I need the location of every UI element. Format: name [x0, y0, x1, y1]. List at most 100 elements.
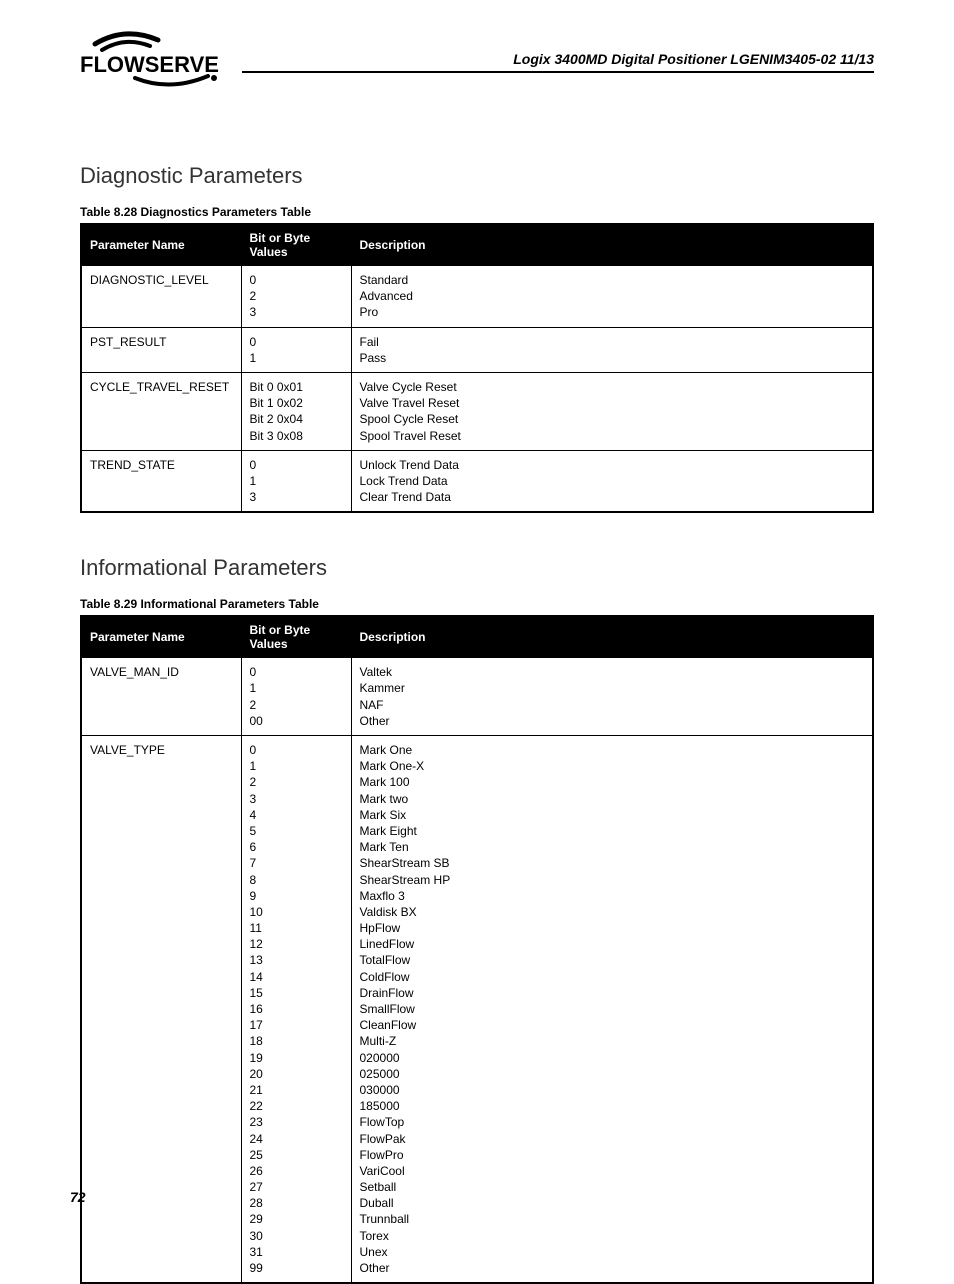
value-line: 30	[250, 1228, 343, 1244]
value-line: Bit 1 0x02	[250, 395, 343, 411]
value-line: 21	[250, 1082, 343, 1098]
value-line: 2	[250, 774, 343, 790]
column-header: Parameter Name	[81, 616, 241, 658]
description-line: 020000	[360, 1050, 865, 1066]
description-line: Lock Trend Data	[360, 473, 865, 489]
description-cell: Mark OneMark One-XMark 100Mark twoMark S…	[351, 736, 873, 1284]
value-line: 26	[250, 1163, 343, 1179]
description-cell: ValtekKammerNAFOther	[351, 658, 873, 736]
document-title: Logix 3400MD Digital Positioner LGENIM34…	[242, 51, 874, 67]
parameters-table: Parameter NameBit or Byte ValuesDescript…	[80, 223, 874, 513]
value-line: Bit 2 0x04	[250, 411, 343, 427]
value-line: 00	[250, 713, 343, 729]
description-line: Valtek	[360, 664, 865, 680]
value-line: 28	[250, 1195, 343, 1211]
parameter-name-cell: DIAGNOSTIC_LEVEL	[81, 266, 241, 328]
column-header: Description	[351, 224, 873, 266]
description-line: Unlock Trend Data	[360, 457, 865, 473]
description-line: Setball	[360, 1179, 865, 1195]
value-line: 1	[250, 473, 343, 489]
description-line: LinedFlow	[360, 936, 865, 952]
value-line: 14	[250, 969, 343, 985]
value-line: 1	[250, 680, 343, 696]
value-line: 3	[250, 304, 343, 320]
value-line: 0	[250, 742, 343, 758]
section-heading: Informational Parameters	[80, 555, 874, 581]
description-line: Torex	[360, 1228, 865, 1244]
value-line: 13	[250, 952, 343, 968]
description-line: Maxflo 3	[360, 888, 865, 904]
description-line: FlowPro	[360, 1147, 865, 1163]
description-line: HpFlow	[360, 920, 865, 936]
description-line: Other	[360, 1260, 865, 1276]
bit-byte-values-cell: 01200	[241, 658, 351, 736]
table-caption: Table 8.29 Informational Parameters Tabl…	[80, 597, 874, 611]
description-line: Clear Trend Data	[360, 489, 865, 505]
table-row: DIAGNOSTIC_LEVEL023StandardAdvancedPro	[81, 266, 873, 328]
bit-byte-values-cell: Bit 0 0x01Bit 1 0x02Bit 2 0x04Bit 3 0x08	[241, 372, 351, 450]
value-line: 31	[250, 1244, 343, 1260]
description-line: Mark 100	[360, 774, 865, 790]
description-line: Multi-Z	[360, 1033, 865, 1049]
description-line: Mark One-X	[360, 758, 865, 774]
value-line: 22	[250, 1098, 343, 1114]
description-line: 025000	[360, 1066, 865, 1082]
table-row: VALVE_TYPE012345678910111213141516171819…	[81, 736, 873, 1284]
value-line: 3	[250, 489, 343, 505]
value-line: 9	[250, 888, 343, 904]
description-line: Mark two	[360, 791, 865, 807]
value-line: 10	[250, 904, 343, 920]
value-line: 6	[250, 839, 343, 855]
value-line: 7	[250, 855, 343, 871]
value-line: 18	[250, 1033, 343, 1049]
value-line: 23	[250, 1114, 343, 1130]
description-line: Unex	[360, 1244, 865, 1260]
logo-text: FLOWSERVE	[80, 52, 219, 77]
description-line: Valdisk BX	[360, 904, 865, 920]
description-line: Valve Cycle Reset	[360, 379, 865, 395]
description-line: Mark Six	[360, 807, 865, 823]
value-line: 29	[250, 1211, 343, 1227]
value-line: 12	[250, 936, 343, 952]
bit-byte-values-cell: 01	[241, 327, 351, 372]
description-line: ShearStream HP	[360, 872, 865, 888]
bit-byte-values-cell: 013	[241, 450, 351, 512]
parameter-name-cell: CYCLE_TRAVEL_RESET	[81, 372, 241, 450]
description-line: Kammer	[360, 680, 865, 696]
value-line: 3	[250, 791, 343, 807]
column-header: Parameter Name	[81, 224, 241, 266]
value-line: 16	[250, 1001, 343, 1017]
value-line: 0	[250, 334, 343, 350]
value-line: 15	[250, 985, 343, 1001]
value-line: 17	[250, 1017, 343, 1033]
header-divider	[242, 71, 874, 73]
description-line: DrainFlow	[360, 985, 865, 1001]
value-line: 25	[250, 1147, 343, 1163]
description-cell: Valve Cycle ResetValve Travel ResetSpool…	[351, 372, 873, 450]
description-line: Duball	[360, 1195, 865, 1211]
value-line: 99	[250, 1260, 343, 1276]
description-line: TotalFlow	[360, 952, 865, 968]
parameter-name-cell: VALVE_TYPE	[81, 736, 241, 1284]
description-line: 030000	[360, 1082, 865, 1098]
value-line: 1	[250, 758, 343, 774]
description-line: Spool Cycle Reset	[360, 411, 865, 427]
value-line: 0	[250, 457, 343, 473]
description-line: Mark One	[360, 742, 865, 758]
description-cell: FailPass	[351, 327, 873, 372]
value-line: 27	[250, 1179, 343, 1195]
table-caption: Table 8.28 Diagnostics Parameters Table	[80, 205, 874, 219]
table-row: PST_RESULT01FailPass	[81, 327, 873, 372]
parameter-name-cell: VALVE_MAN_ID	[81, 658, 241, 736]
table-row: VALVE_MAN_ID01200ValtekKammerNAFOther	[81, 658, 873, 736]
description-line: FlowPak	[360, 1131, 865, 1147]
value-line: 19	[250, 1050, 343, 1066]
value-line: 5	[250, 823, 343, 839]
description-line: Valve Travel Reset	[360, 395, 865, 411]
description-line: VariCool	[360, 1163, 865, 1179]
description-line: 185000	[360, 1098, 865, 1114]
description-line: Spool Travel Reset	[360, 428, 865, 444]
column-header: Bit or Byte Values	[241, 616, 351, 658]
description-line: CleanFlow	[360, 1017, 865, 1033]
page-number: 72	[70, 1189, 86, 1205]
